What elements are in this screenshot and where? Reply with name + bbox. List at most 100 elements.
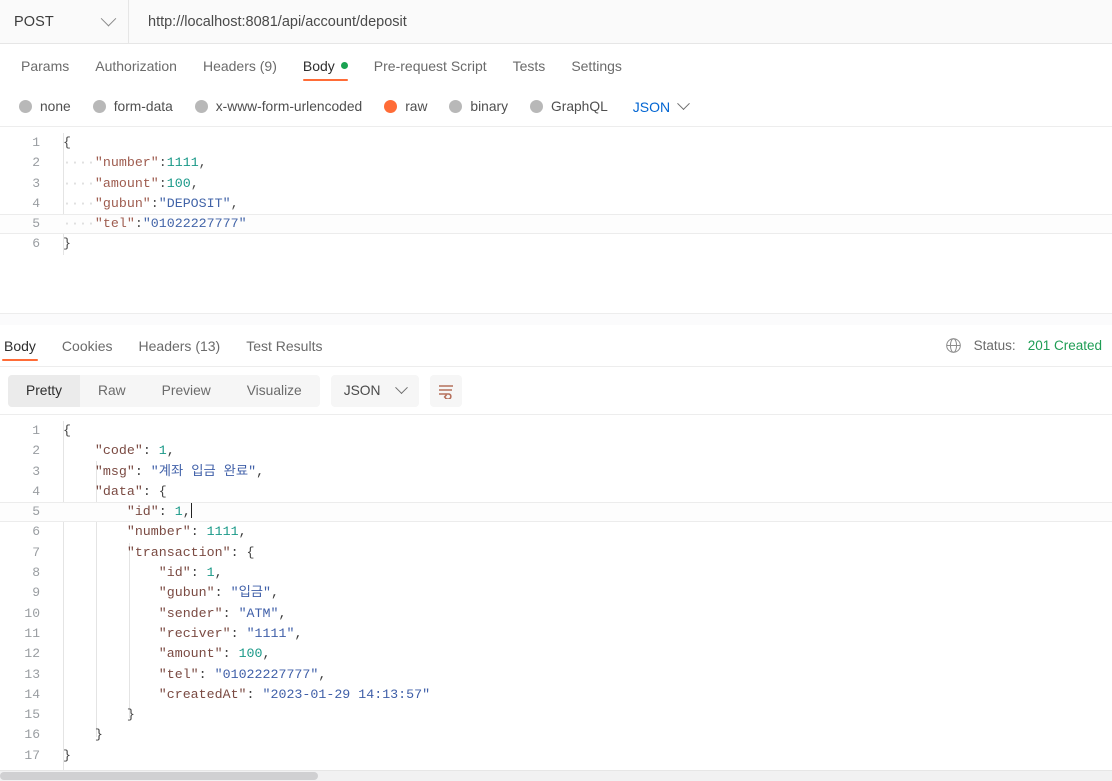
tab-pre-request-script[interactable]: Pre-request Script [361,44,500,87]
tab-label: Pre-request Script [373,57,487,74]
code-line: 8 "id": 1, [0,563,1112,583]
line-number: 6 [32,236,40,252]
tab-label: Body [302,57,335,74]
view-preview[interactable]: Preview [144,375,229,407]
body-type-graphql[interactable]: GraphQL [519,99,619,114]
code-token: , [256,463,265,479]
tab-body[interactable]: Body [290,44,361,87]
code-token: , [214,565,223,581]
view-pretty[interactable]: Pretty [8,374,81,407]
code-token: 1 [158,443,167,459]
url-input[interactable]: http://localhost:8081/api/account/deposi… [129,0,1112,43]
code-token: { [63,423,71,438]
code-text: "code": 1, [52,441,175,461]
code-token: "계좌 입금 완료" [150,463,257,479]
code-token: : [134,463,151,479]
tab-authorization[interactable]: Authorization [82,44,190,87]
body-type-x-www-form-urlencoded[interactable]: x-www-form-urlencoded [184,99,373,114]
view-label: Visualize [246,383,302,398]
response-body-viewer[interactable]: 1{2 "code": 1, 3 "msg": "계좌 입금 완료", 4 "dat… [0,415,1112,770]
code-line: 1{ [0,421,1112,441]
tab-label: Params [21,57,70,74]
scrollbar-thumb[interactable] [0,772,318,780]
response-tab-body[interactable]: Body [0,325,49,366]
code-token: , [278,605,287,621]
line-number: 2 [32,443,40,459]
code-token: "createdAt" [158,686,247,702]
tab-tests[interactable]: Tests [500,44,559,87]
body-type-label: binary [470,99,508,114]
view-visualize[interactable]: Visualize [229,375,320,407]
tab-params[interactable]: Params [8,44,82,87]
horizontal-scrollbar[interactable] [0,770,1112,781]
line-number: 10 [24,605,40,621]
code-token: "1111" [246,625,295,641]
body-type-binary[interactable]: binary [438,99,519,114]
line-number: 7 [32,544,40,560]
code-line: 10 "sender": "ATM", [0,604,1112,624]
body-type-row: none form-data x-www-form-urlencoded raw… [0,87,1112,127]
code-text: { [52,421,71,441]
body-type-label: none [40,99,71,114]
code-line: 13 "tel": "01022227777", [0,665,1112,685]
code-token: : [158,175,167,191]
view-label: Raw [98,383,126,398]
code-text: "data": { [52,482,167,502]
code-token: "number" [94,155,159,171]
request-body-editor[interactable]: 1{2 ····"number":1111, 3 ····"amount":100, 4… [0,127,1112,313]
code-token: , [166,443,175,459]
request-code-lines: 1{2 ····"number":1111, 3 ····"amount":100, 4… [0,133,1112,255]
code-text: { [52,133,71,153]
line-number: 3 [32,463,40,479]
view-label: Pretty [26,383,63,398]
code-token: "tel" [158,666,199,682]
word-wrap-button[interactable] [429,374,462,407]
code-token: "id" [126,504,159,520]
tab-label: Body [4,337,36,354]
response-tab-cookies[interactable]: Cookies [49,325,126,366]
code-token: { [158,483,167,499]
tab-headers[interactable]: Headers (9) [190,44,290,87]
code-token: { [63,135,71,150]
body-type-form-data[interactable]: form-data [82,99,184,114]
response-tab-headers[interactable]: Headers (13) [126,325,234,366]
code-token: : [230,544,247,560]
body-type-none[interactable]: none [8,99,82,114]
code-token: ···· [63,216,95,232]
code-line: 9 "gubun": "입금", [0,583,1112,603]
code-line: 12 "amount": 100, [0,644,1112,664]
code-text: } [52,746,71,766]
http-method-selector[interactable]: POST [0,0,129,43]
code-token: : [190,565,207,581]
code-token: "amount" [158,646,223,662]
view-raw[interactable]: Raw [80,375,144,407]
code-text: } [52,234,71,254]
code-text: "id": 1, [52,502,193,522]
response-tabs-bar: Body Cookies Headers (13) Test Results S… [0,325,1112,367]
request-tabs: Params Authorization Headers (9) Body Pr… [0,44,1112,87]
pane-splitter[interactable] [0,313,1112,325]
response-format-label: JSON [343,383,381,398]
response-format-selector[interactable]: JSON [330,374,419,407]
code-text: "number": 1111, [52,522,247,542]
code-token: 1111 [206,524,239,540]
code-line: 4 "data": { [0,482,1112,502]
text-caret [190,503,193,519]
code-token: } [126,707,135,723]
code-token: : [158,504,175,520]
response-code-lines: 1{2 "code": 1, 3 "msg": "계좌 입금 완료", 4 "dat… [0,421,1112,766]
body-type-raw[interactable]: raw [373,99,438,114]
tab-label: Headers (9) [202,57,277,74]
code-text: ····"amount":100, [52,174,199,194]
body-format-selector[interactable]: JSON [619,97,698,115]
code-token: : [214,585,231,601]
code-token: "msg" [94,463,135,479]
tab-settings[interactable]: Settings [558,44,635,87]
code-token: "입금" [230,585,272,601]
response-tab-test-results[interactable]: Test Results [233,325,335,366]
